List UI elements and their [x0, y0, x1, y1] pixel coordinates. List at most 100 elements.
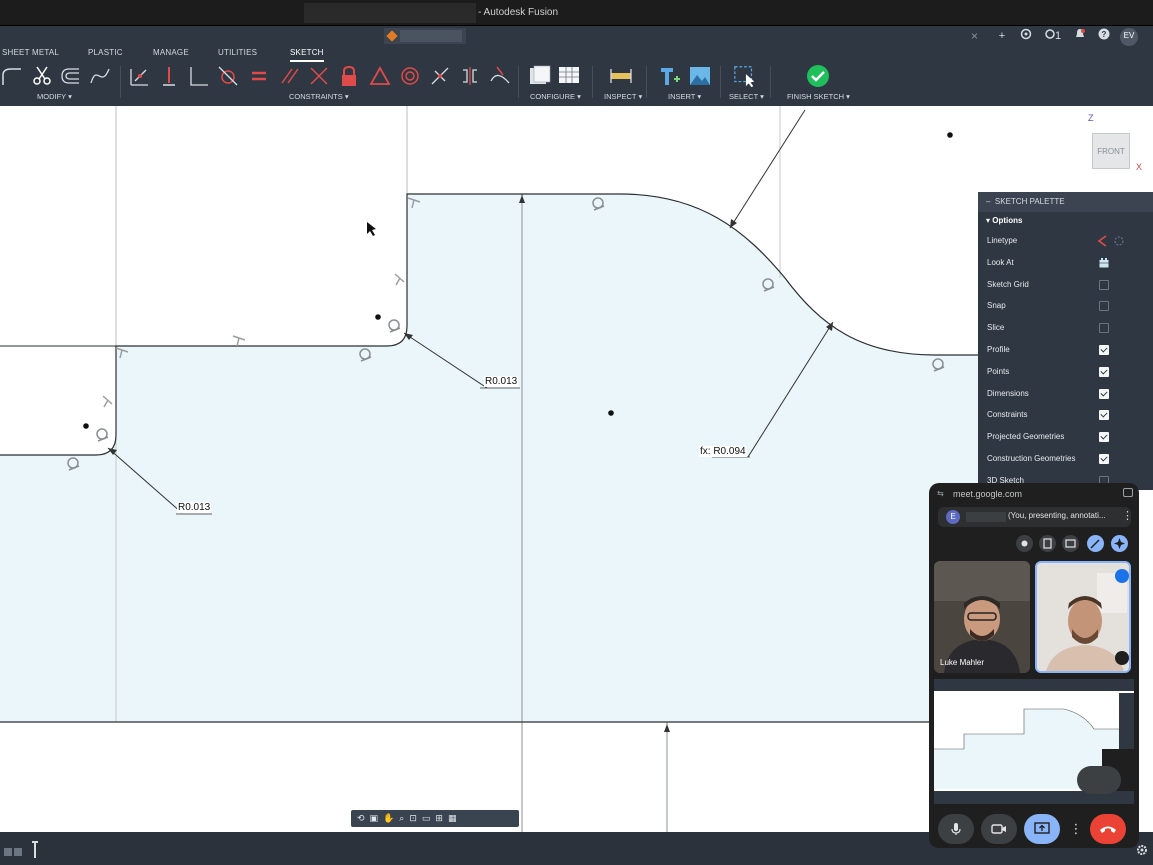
trim-tool-icon[interactable] [30, 64, 54, 88]
document-tab[interactable] [384, 28, 466, 44]
modify-group-label[interactable]: MODIFY ▾ [37, 92, 72, 101]
notifications-icon[interactable] [1072, 28, 1088, 46]
fix-lock-icon[interactable] [337, 64, 361, 88]
constraints-group-label[interactable]: CONSTRAINTS ▾ [289, 92, 349, 101]
job-status-icon[interactable]: 1 [1042, 28, 1064, 46]
profile-checkbox[interactable] [1099, 344, 1109, 355]
display-settings-icon[interactable]: ▭ [422, 813, 431, 824]
smooth-tool-icon[interactable] [488, 64, 512, 88]
dimensions-checkbox[interactable] [1099, 388, 1109, 399]
coincident-tool-icon[interactable] [127, 64, 151, 88]
options-section-header[interactable]: ▾ Options [978, 212, 1153, 230]
new-tab-icon[interactable]: + [994, 28, 1010, 46]
grid-settings-icon[interactable]: ⊞ [435, 813, 443, 824]
annotate-pen-icon[interactable] [1087, 535, 1104, 552]
participant-tile-luke[interactable]: Luke Mahler [934, 561, 1030, 673]
palette-row-sketch-grid: Sketch Grid [978, 274, 1153, 296]
select-tool-icon[interactable] [733, 64, 757, 88]
midpoint-tool-icon[interactable] [428, 64, 452, 88]
more-options-icon[interactable]: ⋮ [1067, 814, 1085, 844]
configure-group-label[interactable]: CONFIGURE ▾ [530, 92, 581, 101]
close-tab-icon[interactable]: × [971, 29, 978, 43]
parameters-table-icon[interactable] [528, 64, 552, 88]
slice-checkbox[interactable] [1099, 323, 1109, 334]
timeline-icon[interactable] [2, 840, 42, 860]
record-icon[interactable] [1016, 535, 1033, 552]
title-bar: - Autodesk Fusion [0, 0, 1153, 26]
finish-sketch-check-icon[interactable] [806, 64, 830, 88]
palette-row-dimensions: Dimensions [978, 383, 1153, 405]
microphone-icon[interactable] [938, 814, 974, 844]
dimension-label-r-lower[interactable]: R0.013 [177, 502, 212, 513]
collapse-icon[interactable]: – [986, 197, 990, 206]
tile-menu-icon[interactable] [1115, 651, 1129, 665]
annotate-toggle-button[interactable] [1077, 766, 1121, 794]
look-at-nav-icon[interactable]: ▣ [370, 813, 379, 824]
collinear-tool-icon[interactable] [307, 64, 331, 88]
insert-group-label[interactable]: INSERT ▾ [668, 92, 701, 101]
snap-checkbox[interactable] [1099, 301, 1109, 312]
end-call-icon[interactable] [1090, 814, 1126, 844]
zoom-icon[interactable]: ⌕ [399, 813, 404, 824]
inspect-group-label[interactable]: INSPECT ▾ [604, 92, 642, 101]
finish-sketch-label[interactable]: FINISH SKETCH ▾ [787, 92, 850, 101]
fit-icon[interactable]: ⊡ [409, 813, 417, 824]
vertical-tool-icon[interactable] [157, 64, 181, 88]
select-group-label[interactable]: SELECT ▾ [729, 92, 764, 101]
look-at-icon[interactable] [1099, 257, 1109, 268]
tangent-tool-icon[interactable] [216, 64, 240, 88]
dimension-label-r-upper[interactable]: R0.013 [484, 376, 519, 387]
insert-image-icon[interactable] [688, 64, 712, 88]
shared-screen-preview[interactable] [934, 679, 1134, 804]
tab-sheet-metal[interactable]: SHEET METAL [2, 48, 59, 57]
help-icon[interactable]: ? [1096, 28, 1112, 46]
extensions-icon[interactable] [1018, 28, 1034, 46]
camera-icon[interactable] [981, 814, 1017, 844]
orbit-icon[interactable]: ⟲ [357, 813, 365, 824]
points-checkbox[interactable] [1099, 366, 1109, 377]
user-avatar[interactable]: EV [1120, 28, 1138, 46]
notes-icon[interactable] [1039, 535, 1056, 552]
tab-utilities[interactable]: UTILITIES [218, 48, 257, 57]
mouse-cursor [367, 222, 376, 236]
parallel-tool-icon[interactable] [278, 64, 302, 88]
present-screen-icon[interactable] [1024, 814, 1060, 844]
configure-table-icon[interactable] [557, 64, 581, 88]
dimension-label-fx-r[interactable]: fx: R0.094 [699, 446, 747, 457]
effects-sparkle-icon[interactable] [1111, 535, 1128, 552]
perpendicular-tool-icon[interactable] [187, 64, 211, 88]
viewports-icon[interactable]: ▦ [448, 813, 457, 824]
linetype-icon[interactable] [1097, 235, 1125, 247]
spline-tool-icon[interactable] [88, 64, 112, 88]
tab-manage[interactable]: MANAGE [153, 48, 189, 57]
palette-row-label: Projected Geometries [987, 432, 1065, 442]
concentric-tool-icon[interactable] [398, 64, 422, 88]
sketch-palette-header[interactable]: – SKETCH PALETTE [978, 192, 1153, 212]
measure-tool-icon[interactable] [609, 64, 633, 88]
more-options-icon[interactable]: ⋮ [1122, 509, 1133, 522]
constraints-checkbox[interactable] [1099, 410, 1109, 421]
symmetry-tool-icon[interactable] [458, 64, 482, 88]
equal-tool-icon[interactable] [247, 64, 271, 88]
projected-geometries-checkbox[interactable] [1099, 432, 1109, 443]
insert-derive-icon[interactable] [658, 64, 682, 88]
triangle-constraint-icon[interactable] [368, 64, 392, 88]
tab-sketch[interactable]: SKETCH [290, 48, 324, 62]
separator [120, 66, 121, 98]
speaking-indicator-icon [1115, 569, 1129, 583]
view-cube[interactable]: Z FRONT X [1086, 113, 1146, 173]
fillet-tool-icon[interactable] [0, 64, 24, 88]
captions-icon[interactable] [1062, 535, 1079, 552]
tab-plastic[interactable]: PLASTIC [88, 48, 123, 57]
presenting-banner[interactable]: E (You, presenting, annotati... ⋮ [938, 507, 1133, 527]
separator [720, 66, 721, 98]
offset-tool-icon[interactable] [58, 64, 82, 88]
construction-geometries-checkbox[interactable] [1099, 453, 1109, 464]
tune-icon[interactable]: ⇆ [937, 489, 944, 498]
view-cube-front-face[interactable]: FRONT [1092, 133, 1130, 169]
pan-hand-icon[interactable]: ✋ [383, 813, 394, 824]
meet-pip-window[interactable]: ⇆ meet.google.com E (You, presenting, an… [929, 483, 1139, 848]
sketch-grid-checkbox[interactable] [1099, 279, 1109, 290]
participant-tile-speaker[interactable] [1035, 561, 1131, 673]
return-to-tab-icon[interactable] [1123, 488, 1133, 497]
